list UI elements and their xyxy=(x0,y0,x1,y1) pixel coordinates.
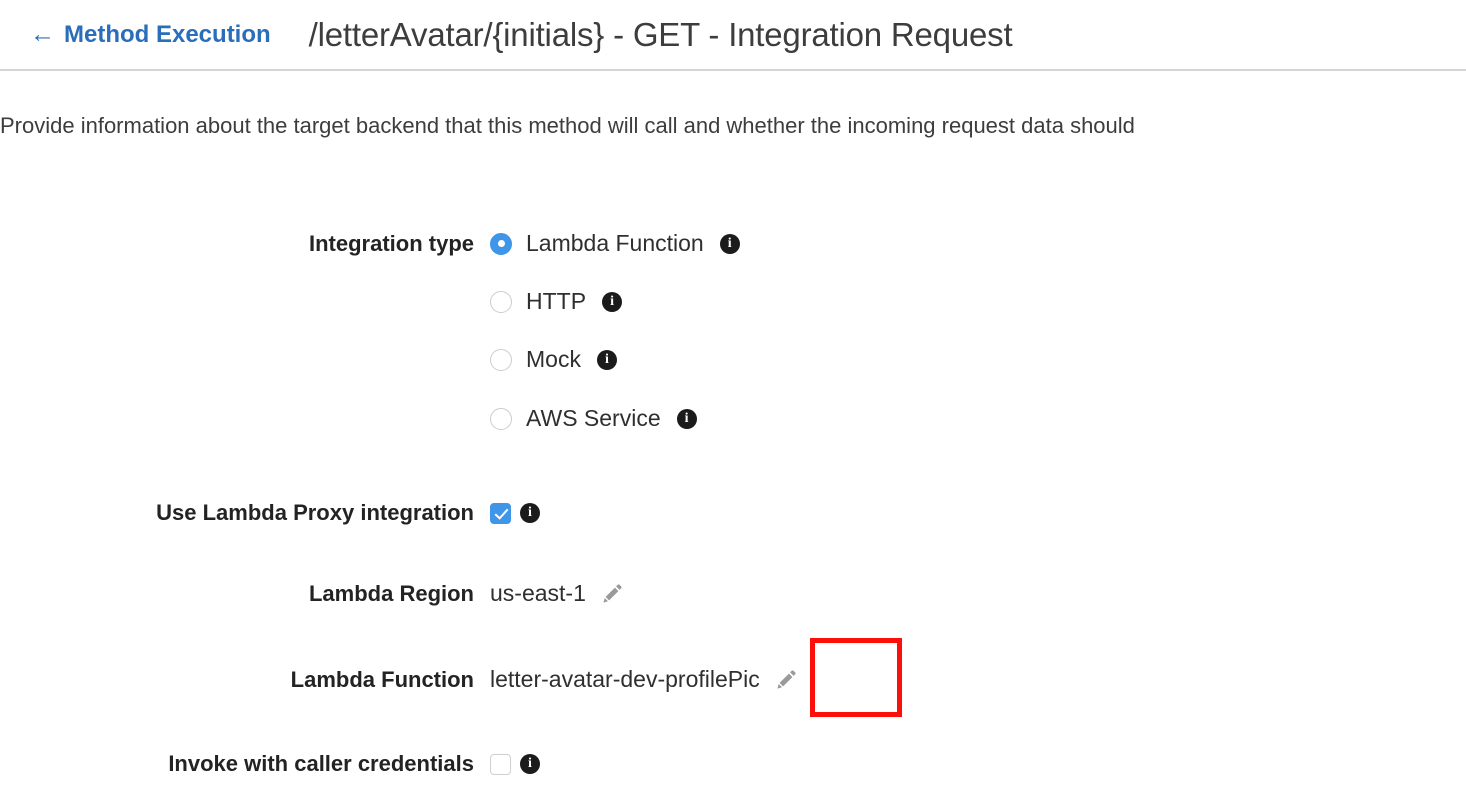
lambda-region-row: Lambda Region us-east-1 xyxy=(0,580,1466,607)
integration-type-label: Integration type xyxy=(308,230,474,256)
integration-type-row-aws-service: AWS Service i xyxy=(0,405,1466,432)
lambda-region-label: Lambda Region xyxy=(308,580,474,606)
lambda-function-control: letter-avatar-dev-profilePic xyxy=(490,666,798,693)
lambda-proxy-label: Use Lambda Proxy integration xyxy=(156,500,474,525)
caller-credentials-label: Invoke with caller credentials xyxy=(168,751,474,776)
radio-label-mock: Mock xyxy=(526,346,581,372)
integration-type-option-http[interactable]: HTTP i xyxy=(490,288,623,315)
page-header: ← Method Execution /letterAvatar/{initia… xyxy=(0,0,1466,71)
lambda-function-value: letter-avatar-dev-profilePic xyxy=(490,666,760,692)
info-icon-lambda-function[interactable]: i xyxy=(719,233,740,254)
info-icon-caller-credentials[interactable]: i xyxy=(520,754,540,774)
integration-type-row-mock: Mock i xyxy=(0,346,1466,373)
radio-label-lambda-function: Lambda Function xyxy=(526,230,704,256)
checkbox-caller-credentials[interactable] xyxy=(490,753,511,775)
radio-label-http: HTTP xyxy=(526,288,587,314)
integration-type-option-mock[interactable]: Mock i xyxy=(490,346,617,373)
back-arrow-icon: ← xyxy=(30,20,55,48)
caller-credentials-control[interactable]: i xyxy=(490,753,540,775)
back-link-label: Method Execution xyxy=(64,20,271,48)
lambda-proxy-control[interactable]: i xyxy=(490,502,540,524)
radio-lambda-function[interactable] xyxy=(490,232,512,255)
lambda-region-control: us-east-1 xyxy=(490,580,624,607)
lambda-function-row: Lambda Function letter-avatar-dev-profil… xyxy=(0,666,1466,693)
radio-mock[interactable] xyxy=(490,348,512,371)
info-icon-lambda-proxy[interactable]: i xyxy=(520,503,540,523)
radio-http[interactable] xyxy=(490,290,512,313)
back-to-method-execution-link[interactable]: ← Method Execution xyxy=(30,21,271,49)
checkbox-lambda-proxy[interactable] xyxy=(490,502,511,524)
info-icon-http[interactable]: i xyxy=(602,291,623,312)
integration-type-row-http: HTTP i xyxy=(0,288,1466,315)
pencil-icon-lambda-function[interactable] xyxy=(774,668,798,692)
page-description: Provide information about the target bac… xyxy=(0,113,1135,138)
info-icon-mock[interactable]: i xyxy=(596,349,617,370)
radio-label-aws-service: AWS Service xyxy=(526,405,661,431)
integration-type-row: Integration type Lambda Function i xyxy=(0,230,1466,257)
radio-aws-service[interactable] xyxy=(490,407,512,430)
lambda-function-label: Lambda Function xyxy=(290,666,474,692)
page-title: /letterAvatar/{initials} - GET - Integra… xyxy=(308,15,1013,53)
integration-type-option-aws-service[interactable]: AWS Service i xyxy=(490,405,697,432)
lambda-proxy-row: Use Lambda Proxy integration i xyxy=(0,500,1466,526)
lambda-region-value: us-east-1 xyxy=(490,580,586,606)
pencil-icon-lambda-region[interactable] xyxy=(600,582,624,606)
info-icon-aws-service[interactable]: i xyxy=(676,408,697,429)
integration-type-option-lambda-function[interactable]: Lambda Function i xyxy=(490,230,740,257)
caller-credentials-row: Invoke with caller credentials i xyxy=(0,751,1466,777)
